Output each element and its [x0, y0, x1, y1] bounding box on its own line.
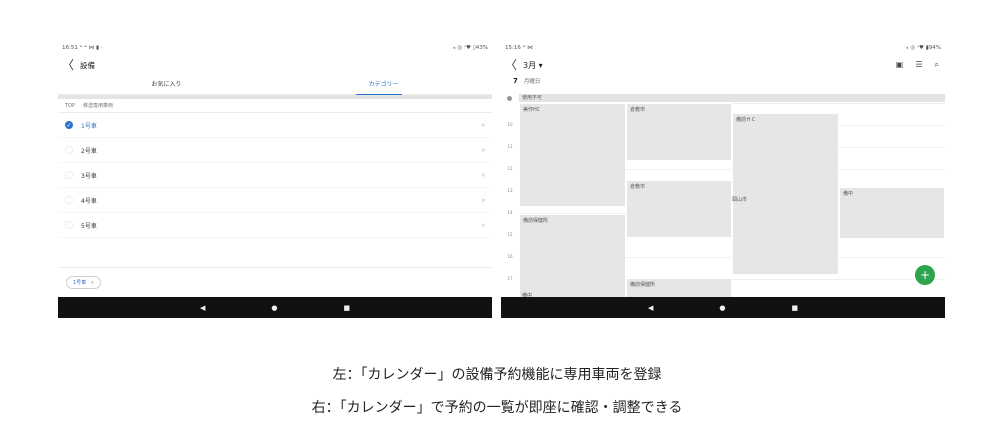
breadcrumb-root[interactable]: TOP: [65, 103, 75, 109]
hour-label: 9: [508, 97, 512, 102]
list-view-icon[interactable]: ☰: [915, 60, 922, 70]
figure: 16:51 ʷ ʷ ⋈ ▮ · ⁎ ◎ ᐩ♥ ▯43% 〈 設備 お気に入り カ…: [0, 0, 994, 435]
selected-chip[interactable]: 1号車 ×: [66, 276, 102, 289]
item-label: 3号車: [81, 172, 97, 180]
back-arrow-icon[interactable]: 〈: [505, 59, 517, 71]
close-icon[interactable]: ×: [90, 280, 94, 286]
star-icon[interactable]: ★: [481, 197, 486, 204]
list-item[interactable]: 3号車 ★: [58, 163, 492, 188]
calendar-event[interactable]: 備前保健所: [626, 278, 732, 298]
nav-recents-icon[interactable]: ■: [791, 304, 798, 312]
status-bar: 16:51 ʷ ʷ ⋈ ▮ · ⁎ ◎ ᐩ♥ ▯43%: [58, 41, 492, 55]
page-title: 設備: [80, 60, 96, 70]
search-icon[interactable]: ⌕: [935, 60, 939, 70]
day-name: 月曜日: [523, 79, 541, 85]
day-header: 7 月曜日: [501, 75, 945, 87]
unchecked-circle-icon[interactable]: [65, 196, 73, 204]
breadcrumb: TOP 移送専用車両: [58, 99, 492, 113]
list-item[interactable]: 5号車 ★: [58, 213, 492, 238]
hour-label: 11: [507, 144, 513, 149]
app-bar: 〈 3月 ▾ ▣ ☰ ⌕: [501, 55, 945, 75]
system-nav-bar: ◀ ● ■: [58, 297, 492, 318]
star-icon[interactable]: ★: [481, 222, 486, 229]
app-bar: 〈 設備: [58, 55, 492, 75]
calendar-event[interactable]: 倉敷市: [626, 180, 732, 238]
calendar-event[interactable]: 備前保健所: [519, 214, 626, 300]
nav-home-icon[interactable]: ●: [271, 304, 277, 312]
item-label: 4号車: [81, 197, 97, 205]
hour-label: 12: [507, 166, 513, 171]
checked-circle-icon[interactable]: ✓: [65, 121, 73, 129]
nav-recents-icon[interactable]: ■: [343, 304, 350, 312]
status-time: 15:16: [505, 45, 521, 51]
item-label: 2号車: [81, 147, 97, 155]
allday-event[interactable]: 使用不可: [519, 94, 945, 102]
list-item[interactable]: 2号車 ★: [58, 138, 492, 163]
caption-left: 左：「カレンダー」の設備予約機能に専用車両を登録: [332, 367, 662, 383]
calendar-today-icon[interactable]: ▣: [896, 60, 904, 70]
nav-back-icon[interactable]: ◀: [648, 304, 653, 312]
star-icon[interactable]: ★: [481, 147, 486, 154]
hour-label: 10: [507, 122, 513, 127]
day-number: 7: [513, 77, 518, 85]
hour-label: 16: [507, 254, 513, 259]
selection-bar: 1号車 ×: [58, 267, 492, 297]
item-label: 1号車: [81, 122, 97, 130]
status-app-icons: ʷ ⋈: [522, 45, 533, 51]
tab-category[interactable]: カテゴリー: [275, 75, 492, 94]
status-bar: 15:16 ʷ ⋈ ⁎ ◎ ᐩ♥ ▮94%: [501, 41, 945, 55]
tab-favorites[interactable]: お気に入り: [58, 75, 275, 94]
calendar-event[interactable]: 備中: [839, 187, 945, 239]
status-icons: ⁎ ◎ ᐩ♥ ▮94%: [905, 45, 941, 51]
list-item[interactable]: 4号車 ★: [58, 188, 492, 213]
toolbar-icons: ▣ ☰ ⌕: [896, 60, 939, 70]
nav-home-icon[interactable]: ●: [719, 304, 725, 312]
item-label: 5号車: [81, 222, 97, 230]
nav-back-icon[interactable]: ◀: [200, 304, 205, 312]
left-screen: 16:51 ʷ ʷ ⋈ ▮ · ⁎ ◎ ᐩ♥ ▯43% 〈 設備 お気に入り カ…: [58, 41, 492, 318]
star-icon[interactable]: ★: [481, 122, 486, 129]
unchecked-circle-icon[interactable]: [65, 171, 73, 179]
add-event-button[interactable]: +: [915, 265, 935, 285]
event-label-okayama: 岡山市: [732, 197, 748, 203]
status-app-icons: ʷ ʷ ⋈ ▮ ·: [79, 45, 103, 51]
hour-label: 14: [507, 210, 513, 215]
calendar-event[interactable]: 美作HC: [519, 103, 626, 207]
right-screen: 15:16 ʷ ⋈ ⁎ ◎ ᐩ♥ ▮94% 〈 3月 ▾ ▣ ☰ ⌕ 7 月曜日…: [501, 41, 945, 318]
tab-bar: お気に入り カテゴリー: [58, 75, 492, 95]
calendar-event[interactable]: 倉敷市: [626, 103, 732, 161]
vehicle-list: ✓ 1号車 ★ 2号車 ★ 3号車 ★ 4号車 ★ 5号車 ★: [58, 113, 492, 238]
status-icons: ⁎ ◎ ᐩ♥ ▯43%: [452, 45, 488, 51]
breadcrumb-current: 移送専用車両: [83, 103, 114, 109]
hour-label: 17: [507, 276, 513, 281]
unchecked-circle-icon[interactable]: [65, 146, 73, 154]
tab-indicator: [356, 93, 402, 95]
month-selector[interactable]: 3月 ▾: [523, 60, 543, 71]
status-time: 16:51: [62, 45, 78, 51]
star-icon[interactable]: ★: [481, 172, 486, 179]
hour-label: 13: [507, 188, 513, 193]
system-nav-bar: ◀ ● ■: [501, 297, 945, 318]
calendar-event[interactable]: 備前ＨＣ: [732, 113, 839, 275]
back-arrow-icon[interactable]: 〈: [62, 59, 74, 71]
chip-label: 1号車: [73, 280, 87, 286]
caption-right: 右：「カレンダー」で予約の一覧が即座に確認・調整できる: [311, 400, 683, 416]
list-item[interactable]: ✓ 1号車 ★: [58, 113, 492, 138]
hour-label: 15: [507, 232, 513, 237]
unchecked-circle-icon[interactable]: [65, 221, 73, 229]
